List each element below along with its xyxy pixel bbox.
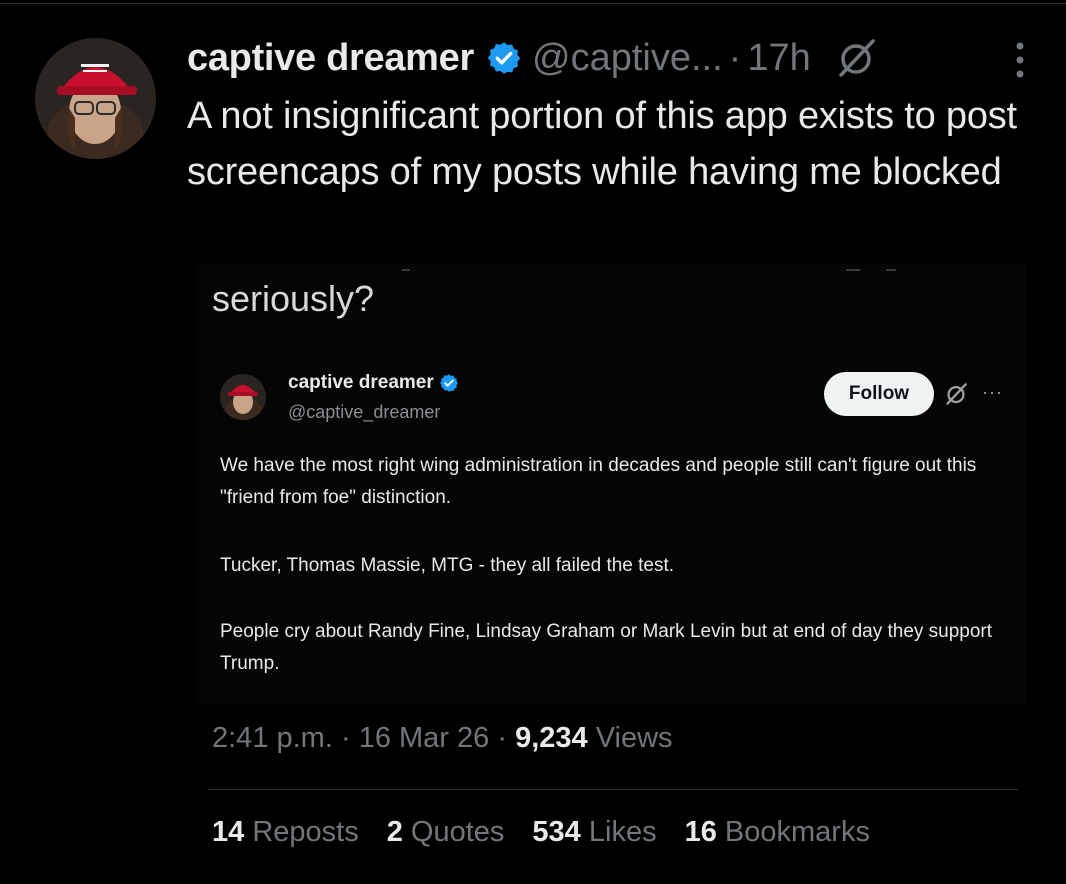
likes-label: Likes: [588, 816, 657, 848]
likes-stat[interactable]: 534 Likes: [532, 816, 656, 849]
inner-paragraph: People cry about Randy Fine, Lindsay Gra…: [220, 621, 993, 674]
post-meta: 2:41 p.m. · 16 Mar 26 · 9,234 Views: [212, 722, 673, 755]
inner-follow-button: Follow: [824, 372, 934, 416]
verified-badge-icon: [487, 42, 521, 74]
quotes-stat[interactable]: 2 Quotes: [387, 816, 505, 849]
bookmarks-label: Bookmarks: [724, 816, 870, 848]
views-label: Views: [595, 722, 673, 754]
inner-name-row: captive dreamer: [288, 372, 459, 394]
reposts-count: 14: [212, 816, 245, 848]
bookmarks-count: 16: [684, 816, 717, 848]
engagement-stats: 14 Reposts 2 Quotes 534 Likes 16 Bookmar…: [212, 816, 898, 849]
meta-separator: ·: [497, 722, 508, 754]
post-text: A not insignificant portion of this app …: [187, 95, 1017, 193]
attached-screenshot[interactable]: seriously? captive dreamer @captive_drea…: [196, 264, 1026, 704]
meta-date[interactable]: 16 Mar 26: [359, 722, 490, 754]
inner-paragraph: We have the most right wing administrati…: [220, 455, 977, 508]
inner-display-name: captive dreamer: [288, 372, 434, 393]
bookmarks-stat[interactable]: 16 Bookmarks: [685, 816, 870, 849]
handle[interactable]: @captive...: [532, 37, 723, 80]
separator-dot: ·: [728, 36, 742, 79]
more-options-icon[interactable]: [1011, 38, 1029, 82]
reposts-label: Reposts: [252, 816, 359, 848]
post-header: captive dreamer @captive... · 17h: [187, 30, 877, 86]
inner-more-icon: ···: [982, 382, 1003, 402]
post-time[interactable]: 17h: [747, 37, 810, 80]
inner-avatar-image: [220, 374, 266, 420]
image-artifact: [846, 269, 860, 271]
avatar-image: [35, 38, 156, 159]
top-divider: [0, 3, 1066, 4]
stats-divider: [208, 789, 1018, 790]
screenshot-caption: seriously?: [212, 278, 375, 319]
quotes-label: Quotes: [410, 816, 505, 848]
views-count: 9,234: [515, 722, 588, 754]
inner-grok-icon: [946, 383, 967, 405]
image-artifact: [402, 269, 410, 271]
inner-paragraph: Tucker, Thomas Massie, MTG - they all fa…: [220, 555, 675, 576]
reposts-stat[interactable]: 14 Reposts: [212, 816, 359, 849]
grok-icon[interactable]: [835, 37, 877, 79]
likes-count: 534: [532, 816, 581, 848]
inner-handle: @captive_dreamer: [288, 402, 441, 422]
display-name[interactable]: captive dreamer: [187, 37, 474, 80]
inner-avatar: [220, 374, 266, 420]
meta-time[interactable]: 2:41 p.m.: [212, 722, 333, 754]
image-artifact: [886, 269, 896, 271]
meta-separator: ·: [340, 722, 351, 754]
inner-verified-badge-icon: [439, 374, 458, 392]
quotes-count: 2: [386, 816, 403, 848]
avatar[interactable]: [35, 38, 156, 159]
